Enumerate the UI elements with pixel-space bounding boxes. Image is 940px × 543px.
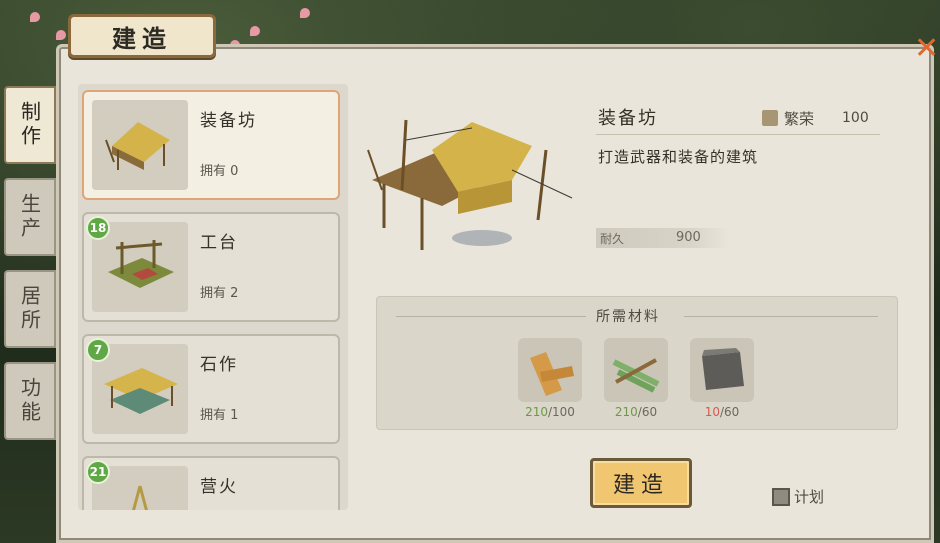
divider — [684, 316, 878, 317]
level-badge: 7 — [86, 338, 110, 362]
material-count-wood: 210/100 — [525, 405, 575, 419]
tab-production[interactable]: 生产 — [4, 178, 56, 256]
tab-function[interactable]: 功能 — [4, 362, 56, 440]
blossom-decoration — [300, 8, 310, 18]
owned-count: 拥有 1 — [200, 408, 239, 423]
plan-checkbox[interactable] — [772, 488, 790, 506]
blossom-decoration — [30, 12, 40, 22]
building-name: 工台 — [200, 233, 238, 253]
divider — [596, 134, 880, 135]
building-card-stonework[interactable]: 7 石作 拥有 1 — [82, 334, 340, 444]
building-card-workbench[interactable]: 18 工台 拥有 2 — [82, 212, 340, 322]
wood-plank-icon[interactable] — [518, 338, 582, 402]
materials-title: 所需材料 — [596, 309, 660, 325]
owned-count: 拥有 2 — [200, 286, 239, 301]
page-title: 建造 — [68, 14, 216, 58]
durability-label: 耐久 — [600, 232, 625, 246]
building-list[interactable]: 装备坊 拥有 0 18 工台 拥有 2 7 石作 拥有 1 21 营火 — [78, 84, 348, 510]
bamboo-icon[interactable] — [604, 338, 668, 402]
plan-label: 计划 — [794, 488, 825, 506]
level-badge: 21 — [86, 460, 110, 484]
durability-value: 900 — [676, 230, 701, 245]
blossom-decoration — [56, 30, 66, 40]
material-count-stone: 10/60 — [704, 405, 740, 419]
prosperity-value: 100 — [842, 110, 869, 126]
tab-craft[interactable]: 制作 — [4, 86, 56, 164]
building-name: 营火 — [200, 477, 238, 497]
tab-residence[interactable]: 居所 — [4, 270, 56, 348]
equipment-workshop-thumbnail — [92, 100, 188, 190]
divider — [396, 316, 586, 317]
building-description: 打造武器和装备的建筑 — [598, 148, 759, 166]
building-name: 石作 — [200, 355, 238, 375]
blossom-decoration — [250, 26, 260, 36]
close-icon[interactable]: ✕ — [914, 34, 940, 68]
detail-building-name: 装备坊 — [598, 108, 658, 129]
building-card-equipment-workshop[interactable]: 装备坊 拥有 0 — [82, 90, 340, 200]
building-card-campfire[interactable]: 21 营火 — [82, 456, 340, 510]
building-illustration — [362, 110, 580, 262]
prosperity-label: 繁荣 — [784, 110, 815, 128]
prosperity-icon — [762, 110, 778, 126]
owned-count: 拥有 0 — [200, 164, 239, 179]
material-count-bamboo: 210/60 — [614, 405, 658, 419]
stone-block-icon[interactable] — [690, 338, 754, 402]
build-button[interactable]: 建造 — [590, 458, 692, 508]
building-name: 装备坊 — [200, 111, 257, 131]
level-badge: 18 — [86, 216, 110, 240]
